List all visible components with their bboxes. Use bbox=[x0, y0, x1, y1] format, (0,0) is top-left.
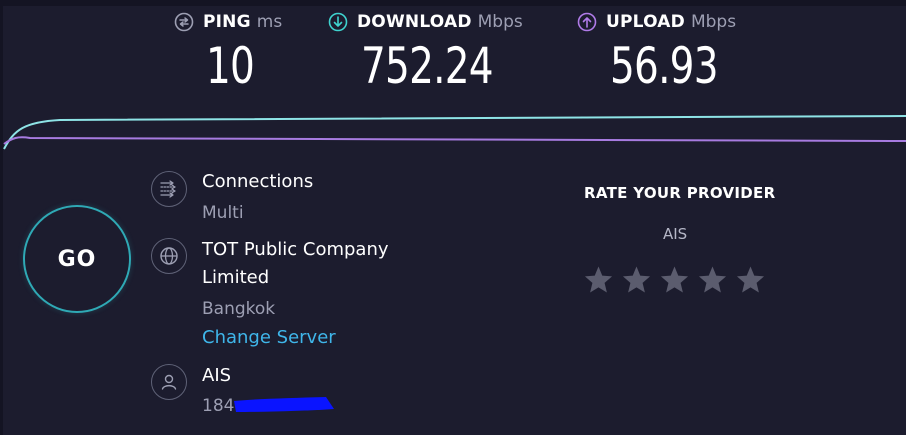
upload-unit: Mbps bbox=[690, 12, 737, 32]
ping-label: PING bbox=[203, 12, 251, 32]
connections-icon bbox=[151, 171, 187, 207]
star-2-icon[interactable] bbox=[621, 263, 652, 297]
upload-value: 56.93 bbox=[610, 37, 719, 95]
connections-mode[interactable]: Multi bbox=[202, 203, 244, 223]
server-name-line2: Limited bbox=[202, 267, 270, 288]
star-5-icon[interactable] bbox=[735, 263, 766, 297]
upload-icon bbox=[577, 12, 597, 32]
download-metric: DOWNLOAD Mbps 752.24 bbox=[328, 8, 523, 95]
go-button[interactable]: GO bbox=[23, 205, 131, 313]
top-edge bbox=[0, 0, 906, 6]
ping-metric: PING ms 10 bbox=[174, 8, 283, 95]
user-icon bbox=[151, 364, 187, 400]
connections-title: Connections bbox=[202, 171, 314, 192]
rate-provider-title: RATE YOUR PROVIDER bbox=[584, 184, 776, 202]
star-rating bbox=[583, 263, 773, 297]
rate-provider-name: AIS bbox=[663, 225, 688, 243]
star-1-icon[interactable] bbox=[583, 263, 614, 297]
download-label: DOWNLOAD bbox=[357, 12, 472, 32]
ping-icon bbox=[174, 12, 194, 32]
download-unit: Mbps bbox=[477, 12, 523, 32]
go-label: GO bbox=[57, 246, 97, 272]
change-server-link[interactable]: Change Server bbox=[202, 327, 336, 348]
upload-label: UPLOAD bbox=[606, 12, 685, 32]
left-edge bbox=[0, 0, 3, 435]
star-3-icon[interactable] bbox=[659, 263, 690, 297]
speed-graph bbox=[3, 115, 906, 150]
star-4-icon[interactable] bbox=[697, 263, 728, 297]
download-value: 752.24 bbox=[361, 37, 494, 95]
ping-value: 10 bbox=[206, 37, 255, 95]
isp-name: AIS bbox=[202, 365, 232, 386]
download-icon bbox=[328, 12, 348, 32]
download-line bbox=[3, 115, 906, 150]
upload-line bbox=[3, 136, 906, 145]
ip-redaction bbox=[234, 397, 334, 412]
ping-unit: ms bbox=[256, 12, 283, 32]
server-location: Bangkok bbox=[202, 299, 276, 319]
upload-metric: UPLOAD Mbps 56.93 bbox=[577, 8, 737, 95]
server-name-line1: TOT Public Company bbox=[202, 239, 389, 260]
globe-icon bbox=[151, 238, 187, 274]
